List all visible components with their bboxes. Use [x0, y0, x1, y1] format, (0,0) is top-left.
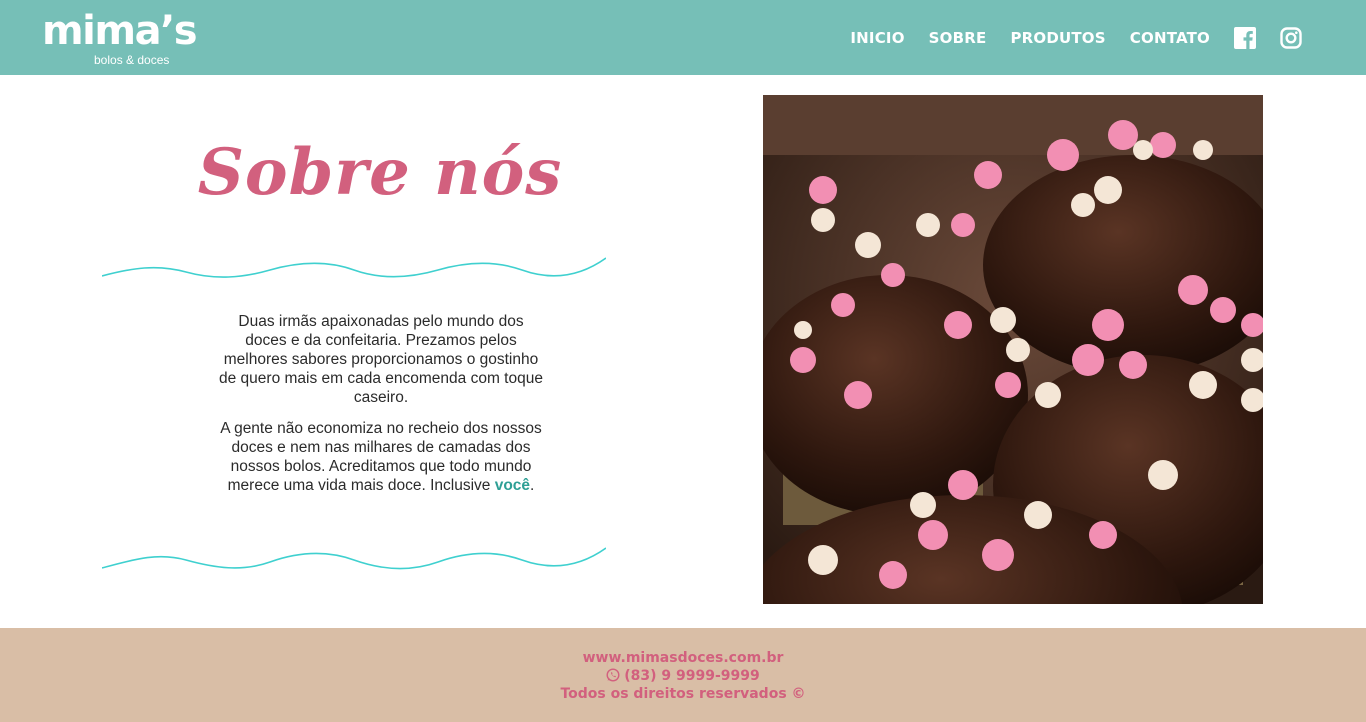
- footer-website[interactable]: www.mimasdoces.com.br: [0, 649, 1366, 667]
- nav-item-sobre[interactable]: SOBRE: [929, 22, 987, 54]
- instagram-icon[interactable]: [1280, 27, 1302, 49]
- about-title: Sobre nós: [197, 135, 563, 210]
- main-nav: INICIO SOBRE PRODUTOS CONTATO: [826, 22, 1302, 54]
- cupcakes-illustration: [763, 95, 1263, 604]
- nav-item-inicio[interactable]: INICIO: [850, 22, 904, 54]
- cupcakes-photo: [763, 95, 1263, 604]
- footer-phone-line: (83) 9 9999-9999: [0, 667, 1366, 685]
- wave-divider-bottom: [102, 547, 606, 570]
- site-header: mima’s bolos & doces INICIO SOBRE PRODUT…: [0, 0, 1366, 75]
- site-footer: www.mimasdoces.com.br (83) 9 9999-9999 T…: [0, 628, 1366, 722]
- footer-copyright: Todos os direitos reservados ©: [560, 686, 806, 702]
- about-paragraph-2-text: A gente não economiza no recheio dos nos…: [220, 420, 542, 494]
- about-highlight-word: você: [494, 477, 531, 494]
- wave-divider-top: [102, 257, 606, 278]
- about-paragraph-1: Duas irmãs apaixonadas pelo mundo dos do…: [219, 313, 543, 406]
- logo-tagline: bolos & doces: [94, 53, 170, 67]
- about-text: Duas irmãs apaixonadas pelo mundo dos do…: [218, 312, 544, 507]
- about-paragraph-2: A gente não economiza no recheio dos nos…: [218, 419, 544, 495]
- nav-item-produtos[interactable]: PRODUTOS: [1010, 22, 1105, 54]
- nav-item-contato[interactable]: CONTATO: [1130, 22, 1210, 54]
- whatsapp-icon: [606, 668, 620, 682]
- facebook-icon[interactable]: [1234, 27, 1256, 49]
- footer-phone: (83) 9 9999-9999: [624, 668, 760, 684]
- about-paragraph-2-end: .: [530, 477, 535, 494]
- logo-name: mima’s: [42, 8, 198, 54]
- site-logo[interactable]: mima’s bolos & doces: [42, 8, 198, 67]
